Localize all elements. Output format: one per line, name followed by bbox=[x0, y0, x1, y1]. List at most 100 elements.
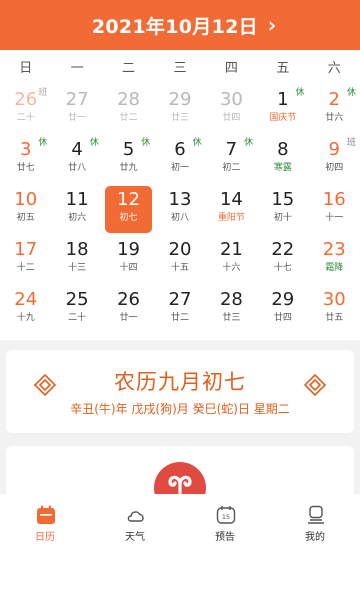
day-cell[interactable]: 21 十六 bbox=[206, 236, 257, 286]
lunar-day-label: 十九 bbox=[16, 313, 35, 323]
tab-weather[interactable]: 天气 bbox=[90, 494, 180, 554]
day-cell[interactable]: 30 廿五 bbox=[309, 286, 360, 336]
day-cell[interactable]: 16 十一 bbox=[309, 186, 360, 236]
day-cell[interactable]: 13 初八 bbox=[154, 186, 205, 236]
forecast-icon: 15 bbox=[216, 506, 236, 524]
tab-label: 预告 bbox=[215, 532, 235, 543]
tab-forecast[interactable]: 15 预告 bbox=[180, 494, 270, 554]
lunar-day-label: 二十 bbox=[68, 313, 87, 323]
day-number: 16 bbox=[322, 189, 346, 210]
weekday-label: 五 bbox=[276, 61, 290, 76]
weekday-label: 日 bbox=[19, 61, 33, 76]
day-cell[interactable]: 11 初六 bbox=[51, 186, 102, 236]
holiday-badge: 休 bbox=[89, 138, 99, 148]
day-number: 22 bbox=[271, 239, 295, 260]
tab-profile[interactable]: 我的 bbox=[270, 494, 360, 554]
holiday-badge: 休 bbox=[244, 138, 254, 148]
festival-label: 国庆节 bbox=[269, 113, 297, 123]
day-cell[interactable]: 18 十三 bbox=[51, 236, 102, 286]
lunar-day-label: 廿三 bbox=[222, 313, 241, 323]
day-cell[interactable]: 23 霜降 bbox=[309, 236, 360, 286]
day-cell[interactable]: 15 初十 bbox=[257, 186, 308, 236]
day-number: 15 bbox=[271, 189, 295, 210]
day-cell[interactable]: 7 初二休 bbox=[206, 136, 257, 186]
festival-label: 重阳节 bbox=[217, 213, 245, 223]
day-number: 27 bbox=[168, 289, 192, 310]
day-cell[interactable]: 30 廿四 bbox=[206, 86, 257, 136]
tab-label: 我的 bbox=[305, 532, 325, 543]
day-cell[interactable]: 26 二十班 bbox=[0, 86, 51, 136]
lunar-day-label: 廿九 bbox=[119, 163, 138, 173]
tab-label: 日历 bbox=[35, 532, 55, 543]
lunar-date: 农历九月初七 bbox=[114, 370, 246, 394]
lunar-day-label: 十五 bbox=[170, 263, 189, 273]
day-number: 19 bbox=[117, 239, 140, 260]
day-cell[interactable]: 5 廿九休 bbox=[103, 136, 154, 186]
lunar-info-card: 农历九月初七 辛丑(牛)年 戊戌(狗)月 癸巳(蛇)日 星期二 bbox=[6, 350, 354, 433]
day-cell[interactable]: 14 重阳节 bbox=[206, 186, 257, 236]
lunar-day-label: 初七 bbox=[119, 213, 138, 223]
weekday-label: 六 bbox=[327, 61, 341, 76]
day-cell[interactable]: 24 十九 bbox=[0, 286, 51, 336]
day-cell[interactable]: 29 廿三 bbox=[154, 86, 205, 136]
day-cell[interactable]: 22 十七 bbox=[257, 236, 308, 286]
weekday-label: 一 bbox=[70, 61, 84, 76]
day-cell[interactable]: 1 国庆节休 bbox=[257, 86, 308, 136]
day-cell[interactable]: 20 十五 bbox=[154, 236, 205, 286]
day-number: 29 bbox=[271, 289, 295, 310]
day-cell[interactable]: 2 廿六休 bbox=[309, 86, 360, 136]
chevron-right-icon[interactable]: › bbox=[268, 13, 276, 37]
day-cell[interactable]: 6 初一休 bbox=[154, 136, 205, 186]
workday-badge: 班 bbox=[346, 138, 356, 148]
holiday-badge: 休 bbox=[38, 138, 48, 148]
lunar-day-label: 初十 bbox=[273, 213, 292, 223]
day-cell[interactable]: 25 二十 bbox=[51, 286, 102, 336]
svg-text:15: 15 bbox=[222, 513, 230, 521]
day-cell[interactable]: 26 廿一 bbox=[103, 286, 154, 336]
date-title[interactable]: 2021年10月12日 bbox=[92, 12, 258, 39]
day-cell[interactable]: 28 廿二 bbox=[103, 86, 154, 136]
holiday-badge: 休 bbox=[192, 138, 202, 148]
day-cell[interactable]: 3 廿七休 bbox=[0, 136, 51, 186]
day-number: 26 bbox=[117, 289, 140, 310]
day-cell-selected[interactable]: 12 初七 bbox=[103, 186, 154, 236]
day-cell[interactable]: 28 廿三 bbox=[206, 286, 257, 336]
day-cell[interactable]: 8 寒露 bbox=[257, 136, 308, 186]
day-number: 13 bbox=[168, 189, 192, 210]
lunar-day-label: 廿七 bbox=[16, 163, 35, 173]
day-cell[interactable]: 9 初四班 bbox=[309, 136, 360, 186]
lunar-day-label: 廿一 bbox=[68, 113, 87, 123]
day-number: 30 bbox=[322, 289, 346, 310]
lunar-day-label: 廿二 bbox=[119, 113, 138, 123]
day-number: 30 bbox=[219, 89, 243, 110]
lunar-day-label: 十二 bbox=[16, 263, 35, 273]
day-number: 23 bbox=[322, 239, 346, 260]
day-cell[interactable]: 10 初五 bbox=[0, 186, 51, 236]
day-number: 28 bbox=[117, 89, 140, 110]
lunar-day-label: 初八 bbox=[170, 213, 189, 223]
weekday-label: 二 bbox=[122, 61, 136, 76]
weekday-label: 四 bbox=[224, 61, 238, 76]
day-cell[interactable]: 19 十四 bbox=[103, 236, 154, 286]
day-cell[interactable]: 17 十二 bbox=[0, 236, 51, 286]
lunar-day-label: 廿二 bbox=[170, 313, 189, 323]
lunar-day-label: 十四 bbox=[119, 263, 138, 273]
day-cell[interactable]: 27 廿一 bbox=[51, 86, 102, 136]
day-number: 24 bbox=[14, 289, 38, 310]
day-cell[interactable]: 4 廿八休 bbox=[51, 136, 102, 186]
month-calendar: 日 一 二 三 四 五 六 26 二十班 27 廿一 28 廿二 29 廿三 30 廿四 1 国庆节休… bbox=[0, 50, 360, 340]
lunar-day-label: 二十 bbox=[16, 113, 35, 123]
day-number: 29 bbox=[168, 89, 192, 110]
day-number: 28 bbox=[219, 289, 243, 310]
day-number: 21 bbox=[219, 239, 243, 260]
lunar-day-label: 廿六 bbox=[325, 113, 344, 123]
day-number: 27 bbox=[65, 89, 89, 110]
day-number: 12 bbox=[117, 189, 140, 210]
lunar-day-label: 初五 bbox=[16, 213, 35, 223]
tab-calendar[interactable]: 日历 bbox=[0, 494, 90, 554]
solar-term-label: 霜降 bbox=[325, 263, 344, 273]
day-cell[interactable]: 29 廿四 bbox=[257, 286, 308, 336]
cloud-icon bbox=[127, 511, 144, 522]
day-cell[interactable]: 27 廿二 bbox=[154, 286, 205, 336]
lunar-day-label: 十一 bbox=[325, 213, 344, 223]
